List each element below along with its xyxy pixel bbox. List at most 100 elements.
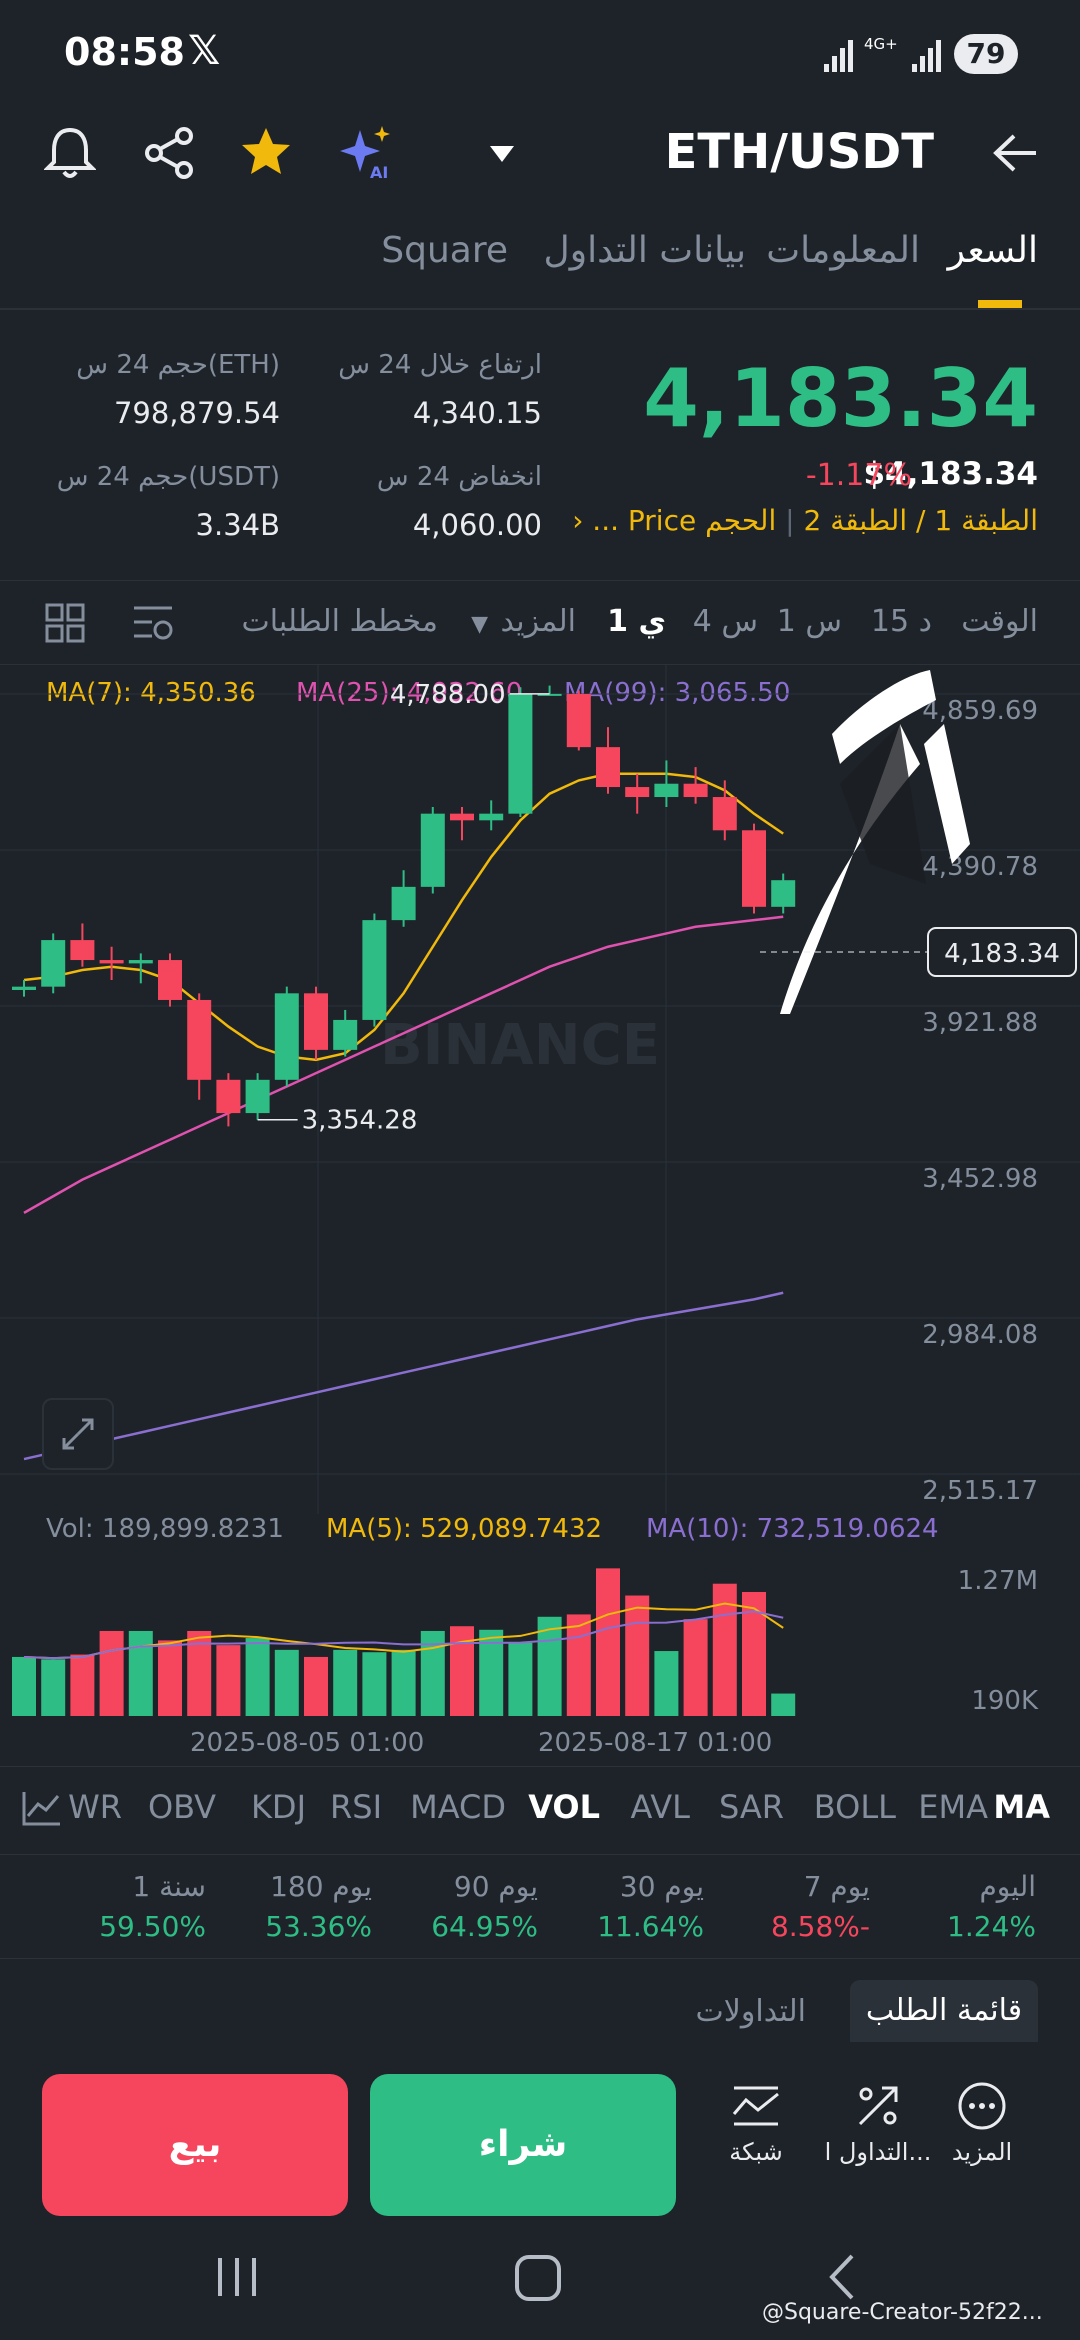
candle-body [99,960,124,964]
candlestick-chart[interactable]: BINANCE 4,788.00 3,354.28 4,183.34 [0,664,1080,1514]
recent-apps-icon[interactable] [212,2254,262,2300]
chevron-down-icon[interactable] [490,146,514,162]
candle-body [245,1079,270,1114]
candle-body [391,886,416,921]
ai-sparkle-icon[interactable]: AI [336,122,396,182]
perf-label: اليوم [979,1870,1036,1903]
vol-usdt-value: 3.34B [195,508,280,542]
chart-settings-icon[interactable] [130,600,176,646]
volume-bar [683,1619,708,1716]
indicator-avl[interactable]: AVL [630,1788,690,1826]
indicator-rsi[interactable]: RSI [330,1788,382,1826]
low-label: انخفاض 24 س [376,462,542,492]
expand-chart-button[interactable] [42,1398,114,1470]
share-icon[interactable] [142,126,196,180]
high-value: 4,340.15 [412,396,542,430]
timeframe-15m[interactable]: 15 د [871,604,932,639]
last-price: 4,183.34 [643,352,1038,445]
perf-label: 180 يوم [270,1870,372,1903]
bell-icon[interactable] [44,124,96,180]
perf-value: 53.36% [265,1910,372,1943]
indicator-wr[interactable]: WR [68,1788,122,1826]
perf-value: 59.50% [99,1910,206,1943]
tab-square[interactable]: Square [381,230,508,271]
indicator-vol[interactable]: VOL [528,1788,600,1826]
candle-body [654,783,679,798]
trade-icon [858,2086,898,2126]
vol-usdt-label: حجم 24 س(USDT) [56,462,280,492]
indicator-ma[interactable]: MA [993,1788,1050,1826]
perf-value: 11.64% [597,1910,704,1943]
volume-bar [654,1651,679,1716]
tab-order-book[interactable]: قائمة الطلب [850,1980,1038,2042]
chevron-left-icon: ‹ [572,504,584,537]
candle-body [742,830,766,907]
price-change: -1.17% [805,458,912,493]
low-marker: 3,354.28 [302,1106,418,1136]
home-icon[interactable] [512,2252,564,2304]
candle-body [12,986,36,990]
trade-action[interactable]: التداول ا... [818,2080,938,2166]
indicator-divider [0,1854,1080,1855]
candle-body [187,999,212,1080]
status-bar: 08:58 𝕏 4G+ 79 [0,0,1080,110]
depth-chart-button[interactable]: مخطط الطلبات [241,604,438,639]
tag-price[interactable]: Price ... [592,504,696,537]
candle-body [158,960,182,1000]
back-nav-icon[interactable] [822,2250,862,2304]
timeframe-1d[interactable]: 1 ي [607,604,666,639]
vol-ma10-legend: MA(10): 732,519.0624 [646,1514,939,1544]
pair-title[interactable]: ETH/USDT [665,124,934,180]
tag-layer2[interactable]: الطبقة 2 [803,504,907,537]
candle-body [508,693,533,814]
tab-indicator [978,300,1022,308]
buy-button[interactable]: شراء [370,2074,676,2216]
volume-bar [304,1656,328,1716]
candle-body [596,747,620,788]
indicator-chart-icon[interactable] [20,1788,64,1828]
vol-legend: Vol: 189,899.8231 [46,1514,284,1544]
timeframe-1h[interactable]: 1 س [777,604,842,639]
more-action[interactable]: المزيد [932,2080,1032,2166]
grid-layout-icon[interactable] [44,602,86,644]
tab-price[interactable]: السعر [948,230,1038,271]
tab-trading-data[interactable]: بيانات التداول [544,230,746,271]
timeframe-more[interactable]: المزيد [501,604,576,639]
timeframe-4h[interactable]: 4 س [693,604,758,639]
dropdown-icon[interactable]: ▼ [471,612,488,637]
perf-divider [0,1958,1080,1959]
indicator-boll[interactable]: BOLL [814,1788,896,1826]
svg-text:AI: AI [370,163,388,182]
candle-body [683,783,708,798]
perf-value: 1.24% [947,1910,1036,1943]
grid-action[interactable]: شبكة [706,2080,806,2166]
more-label: المزيد [951,2138,1013,2166]
candle-body [450,813,474,821]
perf-value: 8.58%- [770,1910,870,1943]
star-icon[interactable] [238,124,294,180]
low-value: 4,060.00 [412,508,542,542]
volume-bar [274,1649,299,1716]
tab-trades[interactable]: التداولات [696,1994,806,2029]
indicator-obv[interactable]: OBV [148,1788,216,1826]
indicator-kdj[interactable]: KDJ [251,1788,306,1826]
tag-volume[interactable]: الحجم [705,504,776,537]
vol-ma5-legend: MA(5): 529,089.7432 [326,1514,603,1544]
back-arrow-icon[interactable] [990,128,1040,178]
indicator-macd[interactable]: MACD [410,1788,506,1826]
volume-chart[interactable] [0,1556,1080,1716]
sell-button[interactable]: بيع [42,2074,348,2216]
tab-info[interactable]: المعلومات [766,230,920,271]
x-logo-icon: 𝕏 [188,28,221,74]
indicator-ema[interactable]: EMA [918,1788,988,1826]
tag-layer1[interactable]: الطبقة 1 [934,504,1038,537]
volume-bar [596,1568,620,1716]
creator-watermark: @Square-Creator-52f22... [762,2300,1043,2325]
candle-body [216,1079,241,1114]
tabs-divider [0,308,1080,310]
volume-bar [41,1659,66,1716]
indicator-sar[interactable]: SAR [719,1788,784,1826]
volume-bar [128,1630,153,1716]
volume-bar [333,1649,358,1716]
volume-bar [362,1652,387,1716]
